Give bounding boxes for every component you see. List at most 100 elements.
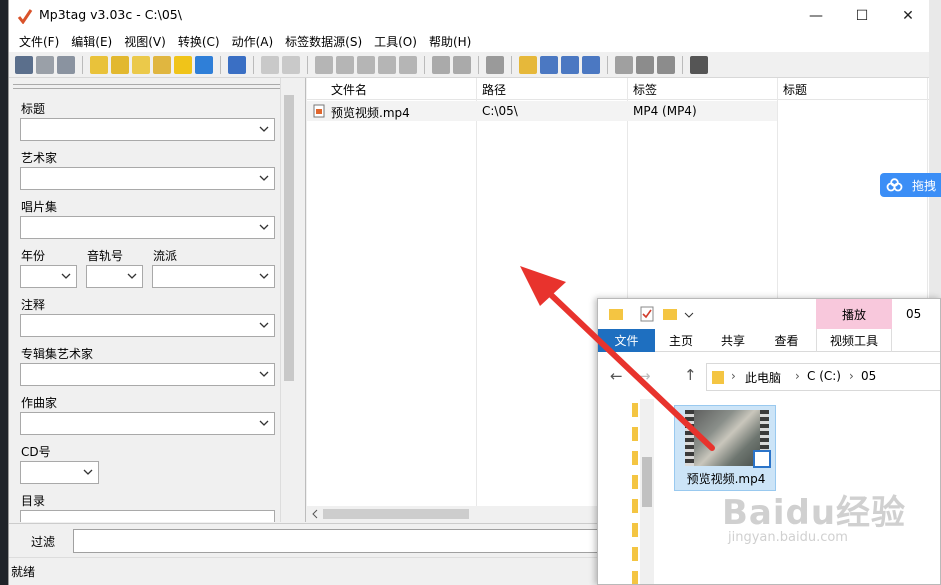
- explorer-navigation-pane: [598, 399, 654, 584]
- options-wrench-icon[interactable]: [690, 55, 708, 74]
- play-contextual-tab[interactable]: 播放: [816, 299, 892, 329]
- tag-panel-icon[interactable]: [228, 55, 246, 74]
- breadcrumb[interactable]: › 此电脑 › C (C:) › 05: [706, 363, 940, 391]
- explorer-window-title: 05: [906, 307, 922, 321]
- save-icon[interactable]: [15, 55, 33, 74]
- breadcrumb-folder[interactable]: 05: [861, 369, 876, 383]
- export-icon[interactable]: [282, 55, 300, 74]
- tag-tag-icon[interactable]: [399, 55, 417, 74]
- menu-convert[interactable]: 转换(C): [172, 33, 226, 50]
- explorer-ribbon-tabs: 文件 主页 共享 查看 视频工具: [598, 329, 940, 352]
- breadcrumb-separator-icon: ›: [849, 369, 854, 383]
- cloud-drag-chip[interactable]: 拖拽: [880, 173, 941, 197]
- comment-combo[interactable]: [20, 314, 275, 337]
- discogs-icon[interactable]: [657, 55, 675, 74]
- toolbar: [9, 52, 929, 78]
- column-path[interactable]: 路径: [482, 81, 506, 98]
- up-arrow-icon[interactable]: ↑: [684, 366, 697, 384]
- menu-tools[interactable]: 工具(O): [368, 33, 423, 50]
- filter-input[interactable]: [73, 529, 613, 553]
- web-source-icon[interactable]: [636, 55, 654, 74]
- tab-file[interactable]: 文件: [598, 329, 655, 352]
- tab-home[interactable]: 主页: [655, 329, 707, 352]
- minimize-button[interactable]: —: [793, 0, 839, 31]
- film-strip-left: [685, 410, 694, 466]
- toolbar-separator: [220, 55, 221, 74]
- file-list-header: 文件名 路径 标签 标题: [307, 78, 929, 100]
- title-combo[interactable]: [20, 118, 275, 141]
- panel-scrollbar[interactable]: [280, 78, 296, 522]
- remove-tag-icon[interactable]: [36, 55, 54, 74]
- cd-combo[interactable]: [20, 461, 99, 484]
- folder-icon[interactable]: [608, 306, 624, 322]
- text-file-icon[interactable]: [378, 55, 396, 74]
- favorite-star-icon[interactable]: [174, 55, 192, 74]
- cover-art-icon[interactable]: [561, 55, 579, 74]
- breadcrumb-c-drive[interactable]: C (C:): [807, 369, 841, 383]
- nav-scrollbar[interactable]: [640, 399, 654, 584]
- menu-file[interactable]: 文件(F): [13, 33, 65, 50]
- open-folder-icon[interactable]: [132, 55, 150, 74]
- horizontal-scrollbar-thumb[interactable]: [323, 509, 469, 519]
- breadcrumb-this-pc[interactable]: 此电脑: [745, 369, 781, 386]
- tab-view[interactable]: 查看: [759, 329, 814, 352]
- actions-icon[interactable]: [519, 55, 537, 74]
- chevron-down-icon: [259, 420, 269, 426]
- filename-tag-icon[interactable]: [336, 55, 354, 74]
- menu-view[interactable]: 视图(V): [118, 33, 172, 50]
- tag-filename-icon[interactable]: [315, 55, 333, 74]
- album-combo[interactable]: [20, 216, 275, 239]
- track-combo[interactable]: [86, 265, 143, 288]
- tab-video-tools[interactable]: 视频工具: [816, 329, 892, 352]
- maximize-button[interactable]: ☐: [839, 0, 885, 31]
- new-folder-icon[interactable]: [662, 306, 678, 322]
- composer-combo[interactable]: [20, 412, 275, 435]
- video-file-item[interactable]: 预览视频.mp4: [674, 405, 776, 491]
- menu-tag-sources[interactable]: 标签数据源(S): [279, 33, 368, 50]
- numbering-icon[interactable]: [582, 55, 600, 74]
- case-conversion-icon[interactable]: [453, 55, 471, 74]
- directory-field[interactable]: [20, 510, 275, 522]
- nav-scrollbar-thumb[interactable]: [642, 457, 652, 507]
- back-arrow-icon[interactable]: ←: [610, 367, 623, 385]
- extended-tags-icon[interactable]: [540, 55, 558, 74]
- album-artist-combo[interactable]: [20, 363, 275, 386]
- column-title[interactable]: 标题: [783, 81, 807, 98]
- auto-numbering-icon[interactable]: [432, 55, 450, 74]
- menu-help[interactable]: 帮助(H): [423, 33, 477, 50]
- scroll-left-icon[interactable]: [310, 509, 320, 519]
- print-icon[interactable]: [261, 55, 279, 74]
- chevron-down-icon: [259, 322, 269, 328]
- menu-edit[interactable]: 编辑(E): [65, 33, 118, 50]
- change-directory-icon[interactable]: [90, 55, 108, 74]
- nav-folder-icons[interactable]: [632, 403, 638, 584]
- edit-tag-icon[interactable]: [486, 55, 504, 74]
- menu-actions[interactable]: 动作(A): [226, 33, 280, 50]
- refresh-icon[interactable]: [195, 55, 213, 74]
- chevron-down-icon: [259, 175, 269, 181]
- chevron-down-icon[interactable]: [684, 310, 694, 320]
- playlist-icon[interactable]: [153, 55, 171, 74]
- comment-label: 注释: [21, 298, 46, 312]
- artist-label: 艺术家: [21, 151, 58, 165]
- undo-icon[interactable]: [57, 55, 75, 74]
- column-tag[interactable]: 标签: [633, 81, 657, 98]
- artist-combo[interactable]: [20, 167, 275, 190]
- freedb-icon[interactable]: [615, 55, 633, 74]
- year-combo[interactable]: [20, 265, 77, 288]
- close-button[interactable]: ✕: [885, 0, 931, 31]
- panel-scrollbar-thumb[interactable]: [284, 95, 294, 381]
- filename-filename-icon[interactable]: [357, 55, 375, 74]
- tab-share[interactable]: 共享: [707, 329, 759, 352]
- chevron-down-icon: [259, 224, 269, 230]
- add-directory-icon[interactable]: [111, 55, 129, 74]
- title-bar: Mp3tag v3.03c - C:\05\ — ☐ ✕: [9, 0, 929, 31]
- toolbar-separator: [307, 55, 308, 74]
- panel-grip[interactable]: [13, 84, 281, 89]
- checkbox-icon[interactable]: [753, 450, 771, 468]
- column-filename[interactable]: 文件名: [331, 81, 367, 98]
- table-row[interactable]: 预览视频.mp4 C:\05\ MP4 (MP4): [307, 101, 929, 121]
- forward-arrow-icon[interactable]: →: [638, 367, 651, 385]
- properties-icon[interactable]: [640, 306, 654, 322]
- genre-combo[interactable]: [152, 265, 275, 288]
